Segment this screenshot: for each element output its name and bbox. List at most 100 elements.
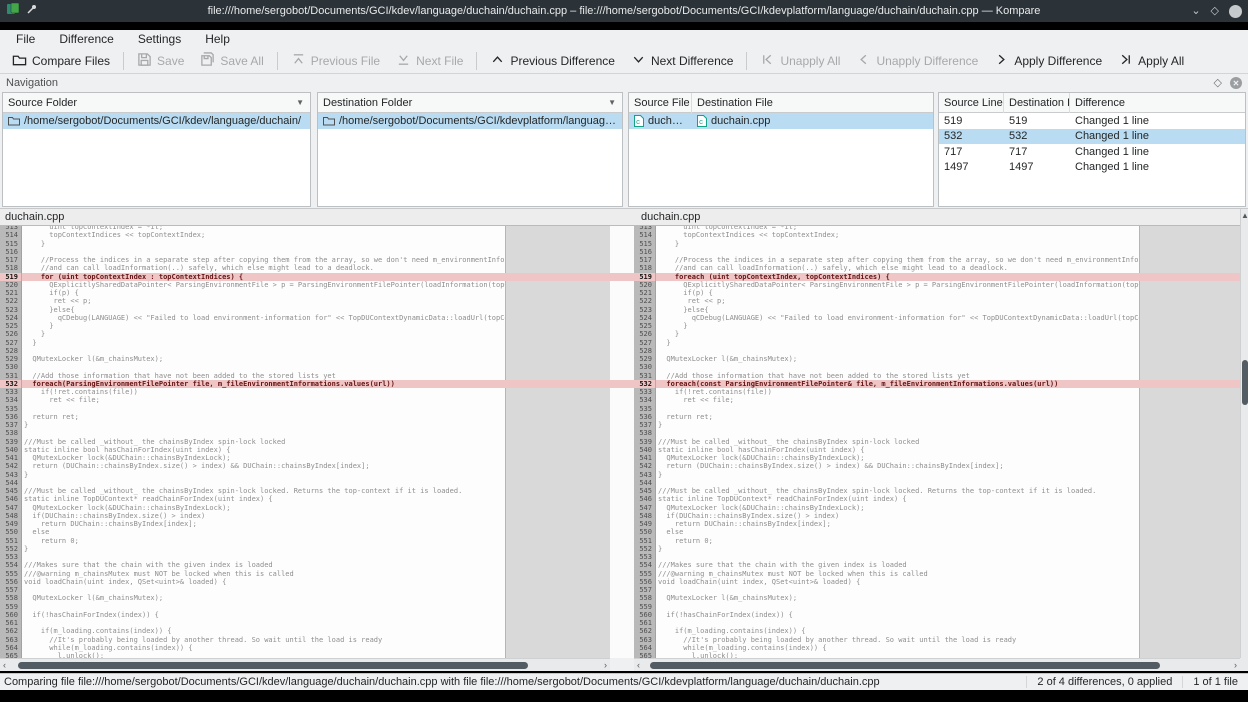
line-text (22, 603, 505, 611)
changed-code-line[interactable]: 519 foreach (uint topContextIndex, topCo… (634, 273, 1240, 281)
line-tail (1139, 586, 1240, 594)
line-number: 536 (634, 413, 656, 421)
line-text: } (22, 330, 505, 338)
menu-help[interactable]: Help (193, 32, 242, 46)
line-text (22, 248, 505, 256)
line-text: } (656, 322, 1139, 330)
pin-icon[interactable] (26, 2, 37, 20)
changed-code-line[interactable]: 532 foreach(const ParsingEnvironmentFile… (634, 380, 1240, 388)
line-number: 551 (634, 537, 656, 545)
difference-row[interactable]: 14971497Changed 1 line (939, 160, 1245, 176)
scroll-left-icon[interactable]: ‹ (3, 659, 6, 672)
next-difference-button[interactable]: Next Difference (623, 49, 741, 73)
code-line: 562 if(m_loading.contains(index)) { (0, 627, 610, 635)
diff-connector-strip (610, 273, 634, 281)
line-tail (505, 347, 610, 355)
line-number: 529 (634, 355, 656, 363)
code-line: 552} (634, 545, 1240, 553)
line-tail (505, 553, 610, 561)
left-horizontal-scrollbar[interactable]: ‹ › (0, 658, 610, 671)
line-number: 543 (0, 471, 22, 479)
vscroll-thumb[interactable] (1242, 360, 1248, 405)
line-text: ///@warning m_chainsMutex must NOT be lo… (22, 570, 505, 578)
compare-files-button[interactable]: Compare Files (4, 49, 118, 73)
kompare-window: file:///home/sergobot/Documents/GCI/kdev… (0, 0, 1248, 702)
line-tail (1139, 644, 1240, 652)
source-line-column-header[interactable]: Source Line ▼ (939, 93, 1004, 113)
menu-settings[interactable]: Settings (126, 32, 193, 46)
apply-difference-button[interactable]: Apply Difference (986, 49, 1110, 73)
vertical-scrollbar[interactable]: ▲ ▼ (1240, 209, 1248, 671)
scroll-right-icon[interactable]: › (1234, 659, 1237, 672)
line-text: ///@warning m_chainsMutex must NOT be lo… (656, 570, 1139, 578)
source-folder-header[interactable]: Source Folder ▼ (3, 93, 310, 113)
difference-row[interactable]: 717717Changed 1 line (939, 144, 1245, 160)
changed-code-line[interactable]: 519 for (uint topContextIndex : topConte… (0, 273, 610, 281)
code-line: 552} (0, 545, 610, 553)
dock-close-icon[interactable]: ✕ (1230, 77, 1242, 89)
line-text: QMutexLocker l(&m_chainsMutex); (22, 355, 505, 363)
code-line: 541 QMutexLocker lock(&DUChain::chainsBy… (634, 454, 1240, 462)
source-file-column-header[interactable]: Source File ▼ (629, 93, 692, 113)
difference-row[interactable]: 532532Changed 1 line (939, 129, 1245, 145)
line-text: ret << file; (22, 396, 505, 404)
dock-float-icon[interactable]: ◇ (1214, 78, 1222, 89)
apply-all-label: Apply All (1138, 54, 1184, 68)
line-tail (505, 520, 610, 528)
line-text: else (656, 528, 1139, 536)
code-line: 560 if(!hasChainForIndex(index)) { (634, 611, 1240, 619)
menu-file[interactable]: File (4, 32, 47, 46)
cpp-file-icon: c (697, 115, 707, 127)
apply-all-button[interactable]: Apply All (1110, 49, 1192, 73)
line-number: 517 (634, 256, 656, 264)
difference-row[interactable]: 519519Changed 1 line (939, 113, 1245, 129)
line-text: //Add those information that have not be… (656, 372, 1139, 380)
right-hscroll-thumb[interactable] (650, 662, 1160, 669)
line-text: return ret; (22, 413, 505, 421)
scroll-up-icon[interactable]: ▲ (1241, 211, 1248, 220)
code-line: 549 return DUChain::chainsByIndex[index]… (0, 520, 610, 528)
destination-folder-header[interactable]: Destination Folder ▼ (318, 93, 622, 113)
difference-column-header[interactable]: Difference (1070, 93, 1245, 113)
folder-row[interactable]: /home/sergobot/Documents/GCI/kdevplatfor… (318, 113, 622, 129)
code-line: 537} (0, 421, 610, 429)
scroll-right-icon[interactable]: › (604, 659, 607, 672)
scroll-left-icon[interactable]: ‹ (637, 659, 640, 672)
right-horizontal-scrollbar[interactable]: ‹ › (634, 658, 1240, 671)
code-line: 555///@warning m_chainsMutex must NOT be… (634, 570, 1240, 578)
line-tail (505, 413, 610, 421)
file-row[interactable]: cduchain.cppcduchain.cpp (629, 113, 933, 129)
line-text: ret << file; (656, 396, 1139, 404)
line-number: 540 (634, 446, 656, 454)
line-number: 514 (634, 231, 656, 239)
destination-line-column-header[interactable]: Destination Line (1004, 93, 1070, 113)
code-line: 558 QMutexLocker l(&m_chainsMutex); (634, 594, 1240, 602)
next-file-icon (396, 52, 411, 70)
previous-difference-icon (490, 52, 505, 70)
line-tail (1139, 570, 1240, 578)
line-text: QMutexLocker lock(&DUChain::chainsByInde… (656, 504, 1139, 512)
destination-file-column-header[interactable]: Destination File (692, 93, 933, 113)
line-text: ///Makes sure that the chain with the gi… (656, 561, 1139, 569)
line-text (656, 603, 1139, 611)
code-line: 553 (0, 553, 610, 561)
diff-connector-strip (610, 380, 634, 388)
line-number: 550 (634, 528, 656, 536)
close-button[interactable]: ✕ (1229, 5, 1242, 18)
changed-code-line[interactable]: 532 foreach(ParsingEnvironmentFilePointe… (0, 380, 610, 388)
left-hscroll-thumb[interactable] (18, 662, 528, 669)
toolbar-separator (123, 52, 124, 70)
code-line: 545///Must be called _without_ the chain… (634, 487, 1240, 495)
titlebar: file:///home/sergobot/Documents/GCI/kdev… (0, 0, 1248, 22)
line-tail (505, 273, 610, 281)
maximize-button[interactable]: ◇ (1211, 6, 1219, 17)
code-line: 522 ret << p; (0, 297, 610, 305)
line-tail (505, 487, 610, 495)
apply-all-icon (1118, 52, 1133, 70)
previous-difference-button[interactable]: Previous Difference (482, 49, 623, 73)
line-tail (1139, 339, 1240, 347)
line-text: else (22, 528, 505, 536)
minimize-button[interactable]: ⌄ (1191, 6, 1200, 17)
folder-row[interactable]: /home/sergobot/Documents/GCI/kdev/langua… (3, 113, 310, 129)
menu-difference[interactable]: Difference (47, 32, 125, 46)
